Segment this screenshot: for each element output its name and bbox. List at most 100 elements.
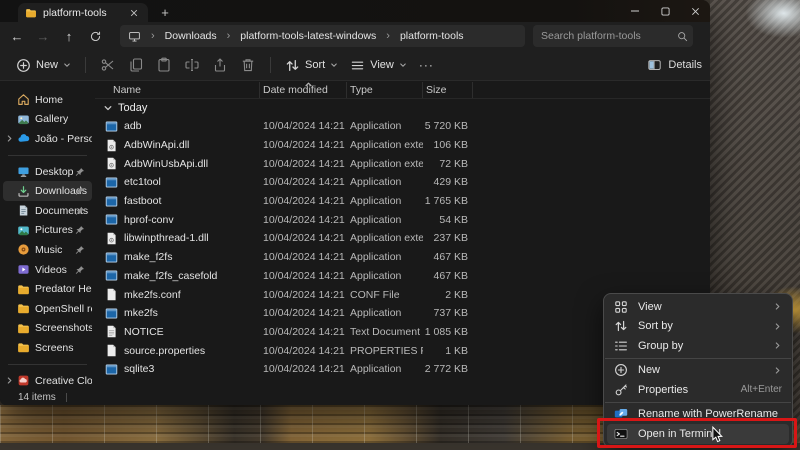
sidebar-item-openshell-revie[interactable]: OpenShell revie: [3, 299, 92, 319]
menu-item-group-by[interactable]: Group by: [604, 336, 792, 356]
sidebar-item-screenshots[interactable]: Screenshots: [3, 319, 92, 339]
annotation-red-box: [597, 418, 797, 448]
sidebar-item-jo-o-personal[interactable]: João - Personal: [3, 129, 92, 149]
refresh-button[interactable]: [82, 24, 108, 48]
rename-button[interactable]: [184, 57, 200, 73]
sidebar-item-label: Predator Helios: [35, 283, 92, 295]
menu-item-view[interactable]: View: [604, 297, 792, 317]
file-name-cell: AdbWinUsbApi.dll: [95, 157, 260, 170]
file-row-hprof-conv[interactable]: hprof-conv10/04/2024 14:21Application54 …: [95, 210, 710, 229]
file-row-adb[interactable]: adb10/04/2024 14:21Application5 720 KB: [95, 117, 710, 136]
textdoc-icon: [105, 325, 118, 338]
file-size: 2 772 KB: [423, 363, 473, 375]
file-row-fastboot[interactable]: fastboot10/04/2024 14:21Application1 765…: [95, 192, 710, 211]
file-row-etc1tool[interactable]: etc1tool10/04/2024 14:21Application429 K…: [95, 173, 710, 192]
breadcrumb-segment-platform-tools[interactable]: platform-tools: [400, 30, 464, 42]
details-button-label: Details: [668, 59, 702, 71]
search-box[interactable]: [533, 25, 693, 47]
file-type: CONF File: [347, 289, 423, 301]
sort-button[interactable]: Sort: [279, 54, 344, 77]
file-name: adb: [124, 120, 142, 132]
chevron-right-icon: [773, 302, 782, 311]
toolbar-divider: [85, 57, 86, 73]
file-type: Text Document: [347, 326, 423, 338]
delete-button[interactable]: [240, 57, 256, 73]
new-tab-button[interactable]: +: [156, 3, 174, 21]
toolbar-divider: [270, 57, 271, 73]
file-size: 1 KB: [423, 345, 473, 357]
this-pc-icon: [128, 30, 141, 43]
sidebar-item-pictures[interactable]: Pictures: [3, 221, 92, 241]
sidebar-item-downloads[interactable]: Downloads: [3, 181, 92, 201]
view-button[interactable]: View: [344, 54, 413, 77]
view-button-label: View: [370, 59, 394, 71]
column-header-type[interactable]: Type: [347, 82, 423, 98]
menu-item-properties[interactable]: PropertiesAlt+Enter: [604, 380, 792, 400]
back-button[interactable]: ←: [4, 24, 30, 48]
folder-icon: [17, 341, 30, 354]
column-header-filler: [473, 82, 710, 98]
app-icon: [105, 213, 118, 226]
details-button[interactable]: Details: [647, 58, 702, 72]
file-date: 10/04/2024 14:21: [260, 158, 347, 170]
minimize-button[interactable]: [620, 0, 650, 22]
sidebar-item-music[interactable]: Music: [3, 240, 92, 260]
up-button[interactable]: ↑: [56, 24, 82, 48]
sidebar-item-desktop[interactable]: Desktop: [3, 162, 92, 182]
menu-item-label: New: [638, 364, 773, 376]
column-header-label: Size: [426, 84, 446, 96]
menu-item-sort-by[interactable]: Sort by: [604, 317, 792, 337]
cut-button[interactable]: [100, 57, 116, 73]
mouse-cursor: [711, 426, 724, 450]
file-row-adbwinusbapi-dll[interactable]: AdbWinUsbApi.dll10/04/2024 14:21Applicat…: [95, 154, 710, 173]
chevron-right-icon[interactable]: [5, 376, 14, 385]
group-header-today[interactable]: Today: [95, 99, 710, 117]
dll-icon: [105, 139, 118, 152]
menu-item-new[interactable]: New: [604, 361, 792, 381]
close-button[interactable]: [680, 0, 710, 22]
column-header-label: Type: [350, 84, 373, 96]
sidebar-item-label: Screens: [35, 342, 74, 354]
file-name: sqlite3: [124, 363, 154, 375]
file-row-make-f2fs-casefold[interactable]: make_f2fs_casefold10/04/2024 14:21Applic…: [95, 267, 710, 286]
new-button[interactable]: New: [10, 54, 77, 77]
sidebar-item-screens[interactable]: Screens: [3, 338, 92, 358]
tab-close-icon[interactable]: [127, 6, 141, 20]
file-date: 10/04/2024 14:21: [260, 289, 347, 301]
column-header-size[interactable]: Size: [423, 82, 473, 98]
column-header-date-modified[interactable]: Date modified: [260, 82, 347, 98]
more-options-button[interactable]: ···: [413, 58, 440, 72]
file-row-make-f2fs[interactable]: make_f2fs10/04/2024 14:21Application467 …: [95, 248, 710, 267]
file-size: 237 KB: [423, 232, 473, 244]
new-plus-icon: [614, 363, 628, 377]
sidebar-item-predator-helios[interactable]: Predator Helios: [3, 279, 92, 299]
address-bar[interactable]: ›Downloads›platform-tools-latest-windows…: [120, 25, 525, 47]
sidebar-item-label: OpenShell revie: [35, 303, 92, 315]
column-header-label: Name: [113, 84, 141, 96]
file-row-libwinpthread-1-dll[interactable]: libwinpthread-1.dll10/04/2024 14:21Appli…: [95, 229, 710, 248]
breadcrumb-segment-downloads[interactable]: Downloads: [165, 30, 217, 42]
sidebar-item-home[interactable]: Home: [3, 90, 92, 110]
sidebar-item-creative-cloud-f[interactable]: Creative Cloud F: [3, 371, 92, 390]
file-date: 10/04/2024 14:21: [260, 120, 347, 132]
column-header-name[interactable]: Name: [95, 82, 260, 98]
file-date: 10/04/2024 14:21: [260, 270, 347, 282]
forward-button[interactable]: →: [30, 24, 56, 48]
sidebar-item-videos[interactable]: Videos: [3, 260, 92, 280]
copy-button[interactable]: [128, 57, 144, 73]
column-header-label: Date modified: [263, 84, 328, 96]
search-input[interactable]: [541, 30, 676, 42]
sidebar-item-documents[interactable]: Documents: [3, 201, 92, 221]
chevron-right-icon[interactable]: [5, 134, 14, 143]
file-row-adbwinapi-dll[interactable]: AdbWinApi.dll10/04/2024 14:21Application…: [95, 136, 710, 155]
paste-button[interactable]: [156, 57, 172, 73]
sidebar-divider: [8, 155, 87, 156]
sidebar-item-gallery[interactable]: Gallery: [3, 110, 92, 130]
gallery-icon: [17, 113, 30, 126]
maximize-button[interactable]: [650, 0, 680, 22]
view-list-icon: [350, 58, 365, 73]
sort-button-label: Sort: [305, 59, 325, 71]
tab-platform-tools[interactable]: platform-tools: [18, 3, 148, 22]
share-button[interactable]: [212, 57, 228, 73]
breadcrumb-segment-platform-tools-latest-windows[interactable]: platform-tools-latest-windows: [240, 30, 376, 42]
